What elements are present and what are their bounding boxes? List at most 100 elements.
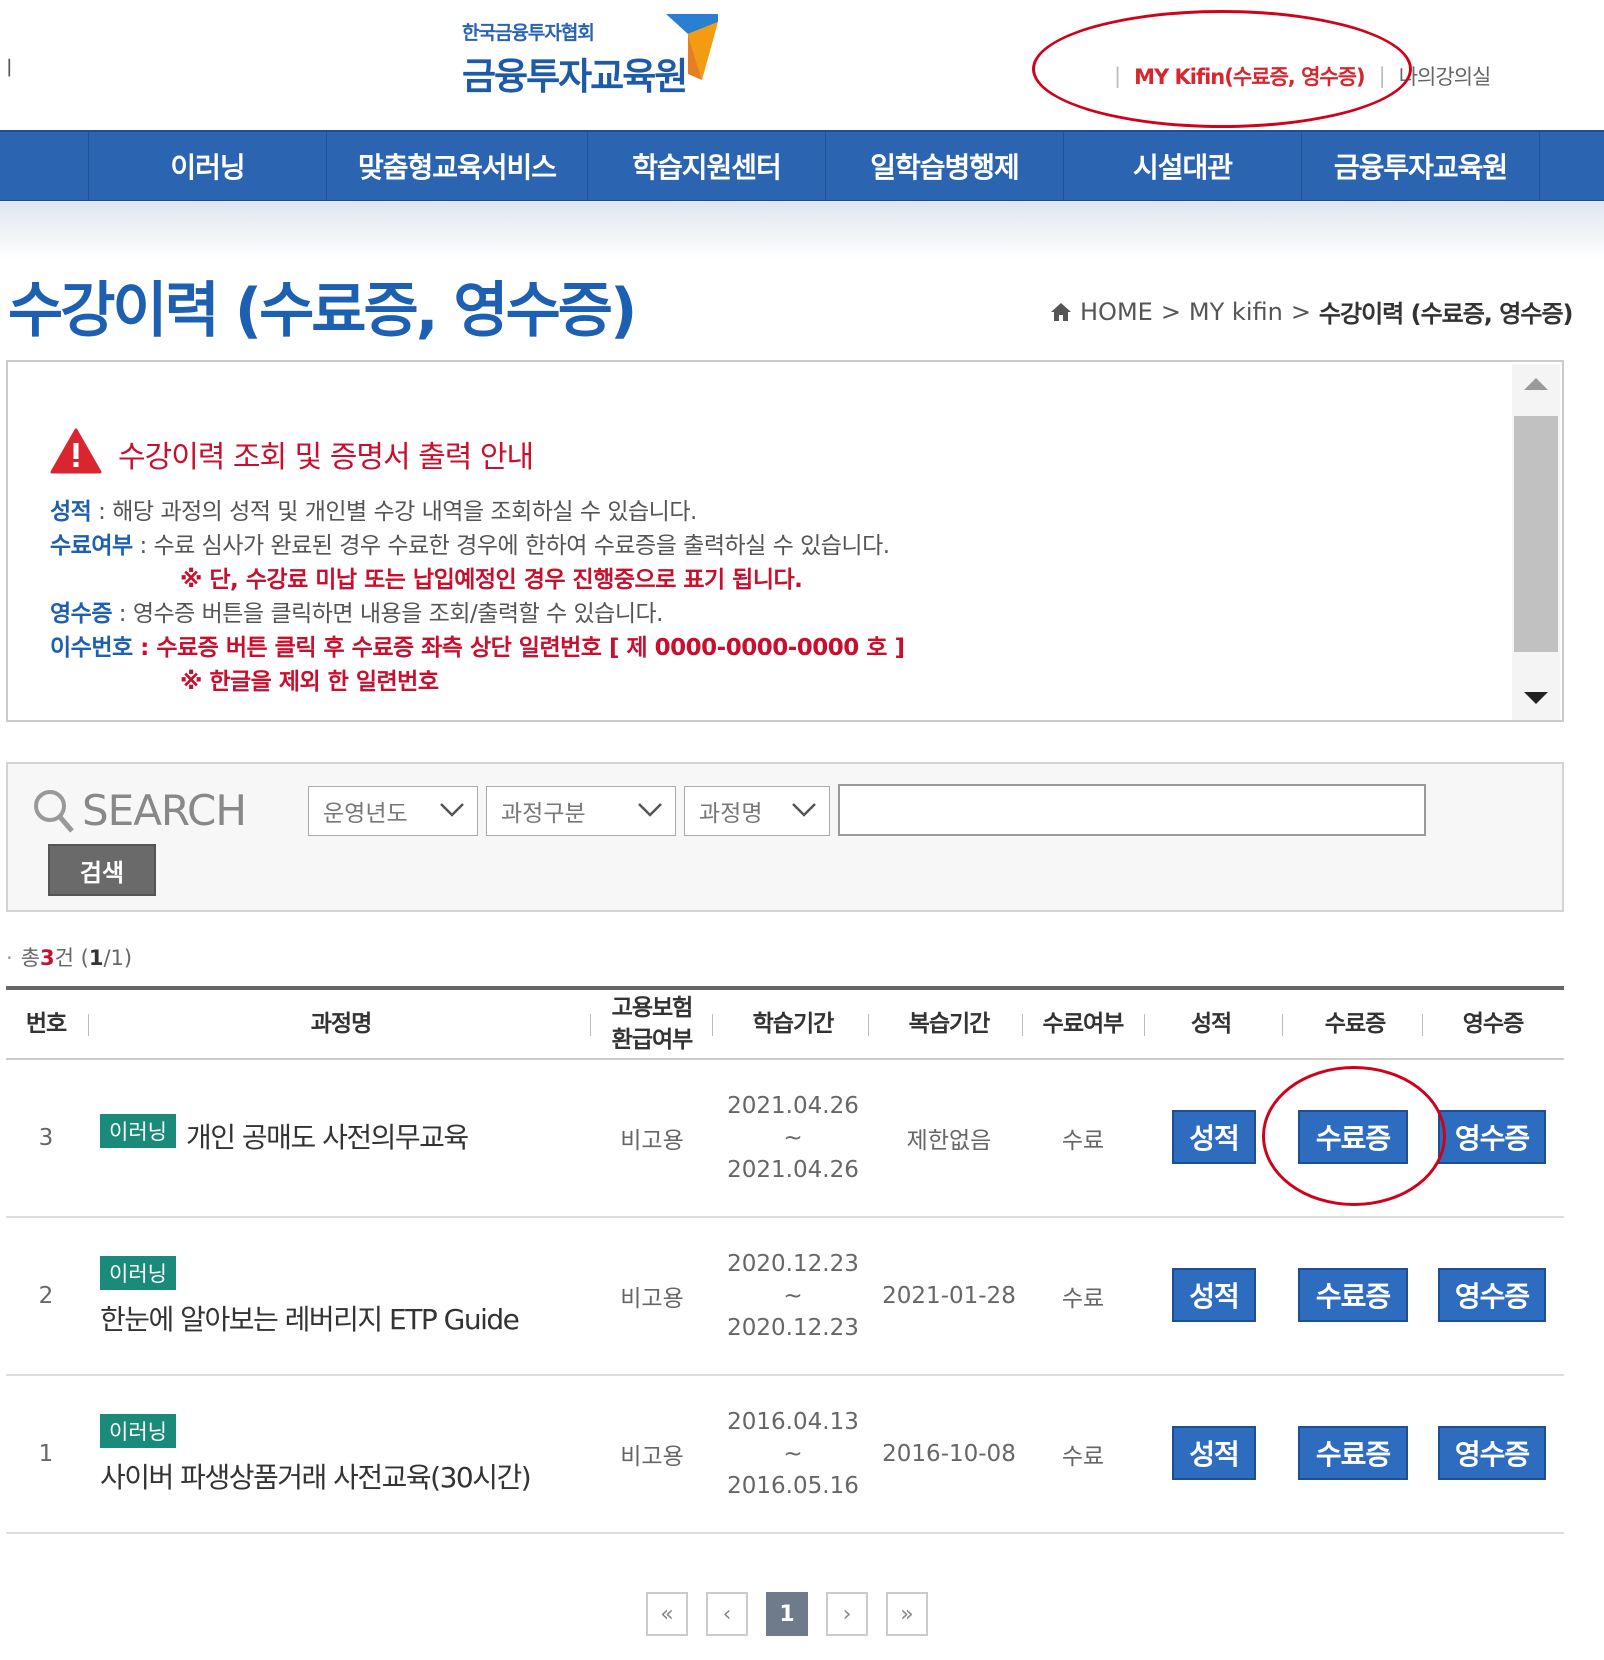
completion-status: 수료 xyxy=(1061,1128,1105,1154)
study-period: 2016.04.13 ~ 2016.05.16 xyxy=(718,1376,868,1532)
nav-item-learning-support[interactable]: 학습지원센터 xyxy=(587,132,825,200)
period-tilde: ~ xyxy=(783,1283,803,1309)
chevron-down-icon xyxy=(638,803,662,817)
notice-complete-text: : 수료 심사가 완료된 경우 수료한 경우에 한하여 수료증을 출력하실 수 … xyxy=(132,533,890,559)
pagination-current-page[interactable]: 1 xyxy=(766,1592,808,1636)
insurance-value: 비고용 xyxy=(620,1444,684,1470)
review-period: 2016-10-08 xyxy=(882,1441,1016,1467)
course-title[interactable]: 사이버 파생상품거래 사전교육(30시간) xyxy=(100,1456,532,1496)
search-input[interactable] xyxy=(838,784,1426,836)
th-number: 번호 xyxy=(25,1011,67,1037)
year-select-value: 운영년도 xyxy=(323,801,408,827)
receipt-button[interactable]: 영수증 xyxy=(1438,1268,1546,1322)
course-title[interactable]: 한눈에 알아보는 레버리지 ETP Guide xyxy=(100,1298,520,1338)
chevron-down-icon xyxy=(440,803,464,817)
search-label-text: SEARCH xyxy=(82,786,247,835)
scroll-up-arrow-icon[interactable] xyxy=(1524,378,1548,390)
course-name-select[interactable]: 과정명 xyxy=(684,786,830,836)
pagination-next[interactable]: › xyxy=(826,1592,868,1636)
count-prefix: 총 xyxy=(20,946,41,970)
period-tilde: ~ xyxy=(783,1125,803,1151)
edge-fragment: ㅣ xyxy=(0,56,19,80)
pagination-last[interactable]: » xyxy=(886,1592,928,1636)
receipt-button[interactable]: 영수증 xyxy=(1438,1110,1546,1164)
row-number: 1 xyxy=(38,1441,54,1467)
course-type-badge: 이러닝 xyxy=(100,1414,176,1448)
notice-complete-key: 수료여부 xyxy=(50,533,133,559)
th-course: 과정명 xyxy=(310,1011,372,1037)
scroll-thumb[interactable] xyxy=(1514,416,1558,652)
pagination-prev[interactable]: ‹ xyxy=(706,1592,748,1636)
th-insurance-line2: 환급여부 xyxy=(611,1027,694,1053)
bullet-icon: · xyxy=(6,946,13,970)
search-label: SEARCH xyxy=(32,786,247,835)
table-header: 번호 과정명 고용보험 환급여부 학습기간 복습기간 수료여부 성적 수료증 영… xyxy=(6,990,1564,1060)
course-name-select-value: 과정명 xyxy=(699,801,763,827)
notice-receipt-key: 영수증 xyxy=(50,601,112,627)
certificate-button[interactable]: 수료증 xyxy=(1298,1268,1408,1322)
grade-button[interactable]: 성적 xyxy=(1172,1110,1256,1164)
notice-serial-text: : 수료증 버튼 클릭 후 수료증 좌측 상단 일련번호 [ 제 0000-00… xyxy=(132,635,905,661)
table-row: 1 이러닝 사이버 파생상품거래 사전교육(30시간) 비고용 2016.04.… xyxy=(6,1376,1564,1534)
count-total: 3 xyxy=(40,946,55,970)
breadcrumb-current: 수강이력 (수료증, 영수증) xyxy=(1318,300,1574,328)
receipt-button[interactable]: 영수증 xyxy=(1438,1426,1546,1480)
search-button[interactable]: 검색 xyxy=(48,844,156,896)
home-icon[interactable] xyxy=(1050,302,1072,322)
nav-item-institute[interactable]: 금융투자교육원 xyxy=(1301,132,1540,200)
notice-grade-key: 성적 xyxy=(50,499,92,525)
course-type-select[interactable]: 과정구분 xyxy=(486,786,676,836)
breadcrumb-mykifin[interactable]: MY kifin xyxy=(1189,298,1283,326)
course-title[interactable]: 개인 공매도 사전의무교육 xyxy=(186,1116,469,1156)
my-classroom-link[interactable]: 나의강의실 xyxy=(1399,61,1492,91)
nav-item-work-study[interactable]: 일학습병행제 xyxy=(825,132,1063,200)
year-select[interactable]: 운영년도 xyxy=(308,786,478,836)
count-suffix: /1) xyxy=(103,946,133,970)
row-number: 3 xyxy=(38,1125,54,1151)
scroll-down-arrow-icon[interactable] xyxy=(1524,692,1548,704)
breadcrumb-home[interactable]: HOME xyxy=(1080,298,1153,326)
certificate-button[interactable]: 수료증 xyxy=(1298,1426,1408,1480)
course-type-badge: 이러닝 xyxy=(100,1114,176,1148)
notice-receipt: 영수증 : 영수증 버튼을 클릭하면 내용을 조회/출력할 수 있습니다. xyxy=(50,594,663,628)
notice-serial: 이수번호 : 수료증 버튼 클릭 후 수료증 좌측 상단 일련번호 [ 제 00… xyxy=(50,628,905,662)
notice-scrollbar[interactable] xyxy=(1512,364,1560,720)
pagination-first[interactable]: « xyxy=(646,1592,688,1636)
th-review-period: 복습기간 xyxy=(908,1011,991,1037)
insurance-value: 비고용 xyxy=(620,1286,684,1312)
th-divider xyxy=(868,1014,869,1036)
th-divider xyxy=(1422,1014,1423,1036)
logo-big-text: 금융투자교육원 xyxy=(462,55,688,98)
period-start: 2021.04.26 xyxy=(727,1093,859,1119)
th-receipt: 영수증 xyxy=(1462,1011,1524,1037)
nav-item-facility-rental[interactable]: 시설대관 xyxy=(1063,132,1301,200)
site-logo[interactable]: 한국금융투자협회 금융투자교육원 xyxy=(462,14,722,106)
notice-receipt-text: : 영수증 버튼을 클릭하면 내용을 조회/출력할 수 있습니다. xyxy=(111,601,664,627)
nav-item-custom-education[interactable]: 맞춤형교육서비스 xyxy=(326,132,587,200)
chevron-down-icon xyxy=(792,803,816,817)
course-type-badge: 이러닝 xyxy=(100,1256,176,1290)
period-end: 2021.04.26 xyxy=(727,1157,859,1183)
period-tilde: ~ xyxy=(783,1441,803,1467)
row-number: 2 xyxy=(38,1283,54,1309)
grade-button[interactable]: 성적 xyxy=(1172,1268,1256,1322)
grade-button[interactable]: 성적 xyxy=(1172,1426,1256,1480)
nav-shadow xyxy=(0,201,1604,261)
nav-item-elearning[interactable]: 이러닝 xyxy=(88,132,326,200)
breadcrumb: HOME > MY kifin > 수강이력 (수료증, 영수증) xyxy=(1050,294,1573,329)
notice-serial-note: ※ 한글을 제외 한 일련번호 xyxy=(180,669,439,695)
notice-complete-note: ※ 단, 수강료 미납 또는 납입예정인 경우 진행중으로 표기 됩니다. xyxy=(180,567,803,593)
period-start: 2016.04.13 xyxy=(727,1409,859,1435)
count-page: 1 xyxy=(88,946,104,970)
logo-mark-icon xyxy=(666,14,718,80)
notice-complete: 수료여부 : 수료 심사가 완료된 경우 수료한 경우에 한하여 수료증을 출력… xyxy=(50,526,890,560)
review-period: 2021-01-28 xyxy=(882,1283,1016,1309)
breadcrumb-separator: > xyxy=(1290,297,1311,326)
insurance-value: 비고용 xyxy=(620,1128,684,1154)
breadcrumb-separator: > xyxy=(1160,297,1181,326)
th-divider xyxy=(712,1014,713,1036)
th-grade: 성적 xyxy=(1190,1011,1232,1037)
th-study-period: 학습기간 xyxy=(752,1011,835,1037)
th-divider xyxy=(88,1014,89,1036)
th-divider xyxy=(590,1014,591,1036)
